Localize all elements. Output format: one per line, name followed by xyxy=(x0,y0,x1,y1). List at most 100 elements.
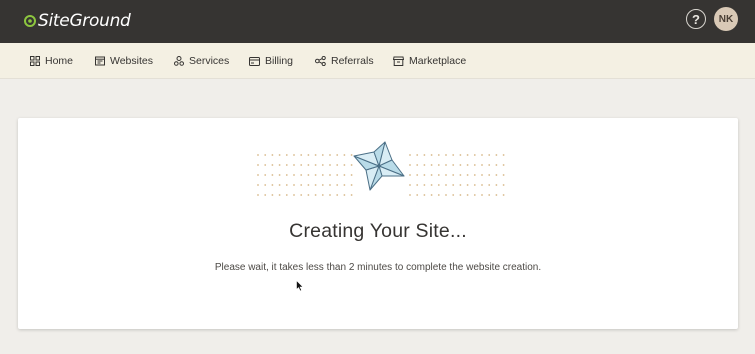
nav-item-referrals[interactable]: Referrals xyxy=(315,43,374,79)
decorative-dot xyxy=(321,184,324,186)
decorative-dot xyxy=(452,174,455,176)
decorative-dot xyxy=(321,164,324,166)
credit-card-icon xyxy=(249,56,260,66)
decorative-dot xyxy=(300,164,303,166)
decorative-dot xyxy=(488,154,491,156)
nav-item-label: Billing xyxy=(265,55,294,67)
decorative-dot xyxy=(445,164,447,166)
decorative-dot xyxy=(430,174,433,176)
decorative-dot xyxy=(264,174,267,176)
decorative-dot xyxy=(300,194,303,196)
decorative-dot xyxy=(409,154,411,156)
status-message: Please wait, it takes less than 2 minute… xyxy=(214,262,542,273)
decorative-dot xyxy=(445,184,447,186)
decorative-dot xyxy=(314,154,317,156)
user-avatar[interactable]: NK xyxy=(714,7,738,31)
site-creation-card: Creating Your Site... Please wait, it ta… xyxy=(18,118,738,329)
nav-item-websites[interactable]: Websites xyxy=(95,43,153,79)
nav-item-billing[interactable]: Billing xyxy=(249,43,293,79)
decorative-dot xyxy=(321,154,324,156)
decorative-dot xyxy=(329,154,331,156)
decorative-dot xyxy=(293,184,295,186)
help-button[interactable]: ? xyxy=(686,9,706,29)
question-circle-icon: ? xyxy=(692,11,700,27)
decorative-dot xyxy=(481,194,483,196)
decorative-dot xyxy=(336,154,339,156)
nav-item-label: Referrals xyxy=(331,55,374,67)
decorative-dot xyxy=(350,194,353,196)
decorative-dot xyxy=(278,184,281,186)
decorative-dot xyxy=(293,194,295,196)
decorative-dot xyxy=(343,174,346,176)
siteground-logo[interactable]: SiteGround xyxy=(24,10,131,32)
decorative-dot xyxy=(502,164,505,166)
pinwheel-icon xyxy=(353,141,405,191)
decorative-dot xyxy=(416,184,419,186)
nav-item-marketplace[interactable]: Marketplace xyxy=(393,43,466,79)
decorative-dot xyxy=(502,154,505,156)
decorative-dot xyxy=(473,164,476,166)
decorative-dot xyxy=(495,174,498,176)
decorative-dot xyxy=(307,184,310,186)
decorative-dot xyxy=(409,184,411,186)
decorative-dot xyxy=(314,194,317,196)
decorative-dot xyxy=(343,164,346,166)
decorative-dot xyxy=(466,154,469,156)
decorative-dot xyxy=(409,194,411,196)
decorative-dot xyxy=(321,194,324,196)
nav-item-label: Services xyxy=(189,55,230,67)
decorative-dot xyxy=(264,164,267,166)
decorative-dot xyxy=(314,164,317,166)
decorative-dot xyxy=(271,174,274,176)
decorative-dot xyxy=(502,194,505,196)
decorative-dot xyxy=(437,184,440,186)
decorative-dot xyxy=(278,174,281,176)
decorative-dot xyxy=(293,174,295,176)
decorative-dot xyxy=(430,154,433,156)
decorative-dot xyxy=(423,164,426,166)
grid-icon xyxy=(30,56,40,66)
decorative-dot xyxy=(285,154,288,156)
decorative-dot xyxy=(278,154,281,156)
decorative-dot xyxy=(481,164,483,166)
decorative-dot xyxy=(336,164,339,166)
decorative-dot xyxy=(452,184,455,186)
nav-item-home[interactable]: Home xyxy=(30,43,73,79)
decorative-dot xyxy=(473,174,476,176)
decorative-dot xyxy=(329,164,331,166)
nav-item-label: Home xyxy=(45,55,74,67)
decorative-dot xyxy=(488,164,491,166)
decorative-dot xyxy=(502,174,505,176)
decorative-dot xyxy=(430,194,433,196)
decorative-dot xyxy=(409,174,411,176)
decorative-dot xyxy=(293,154,295,156)
decorative-dot xyxy=(329,174,331,176)
dot-pattern-right xyxy=(409,154,505,196)
decorative-dot xyxy=(481,184,483,186)
decorative-dot xyxy=(271,164,274,166)
decorative-dot xyxy=(314,184,317,186)
decorative-dot xyxy=(495,164,498,166)
decorative-dot xyxy=(285,174,288,176)
decorative-dot xyxy=(495,154,498,156)
decorative-dot xyxy=(271,154,274,156)
decorative-dot xyxy=(285,194,288,196)
decorative-dot xyxy=(423,194,426,196)
decorative-dot xyxy=(264,154,267,156)
nav-item-services[interactable]: Services xyxy=(174,43,229,79)
decorative-dot xyxy=(459,184,462,186)
decorative-dot xyxy=(452,164,455,166)
decorative-dot xyxy=(437,174,440,176)
decorative-dot xyxy=(437,194,440,196)
decorative-dot xyxy=(473,154,476,156)
decorative-dot xyxy=(285,184,288,186)
services-icon xyxy=(174,56,184,66)
decorative-dot xyxy=(459,194,462,196)
decorative-dot xyxy=(495,194,498,196)
decorative-dot xyxy=(459,174,462,176)
decorative-dot xyxy=(300,174,303,176)
decorative-dot xyxy=(452,154,455,156)
decorative-dot xyxy=(473,194,476,196)
decorative-dot xyxy=(314,174,317,176)
decorative-dot xyxy=(452,194,455,196)
